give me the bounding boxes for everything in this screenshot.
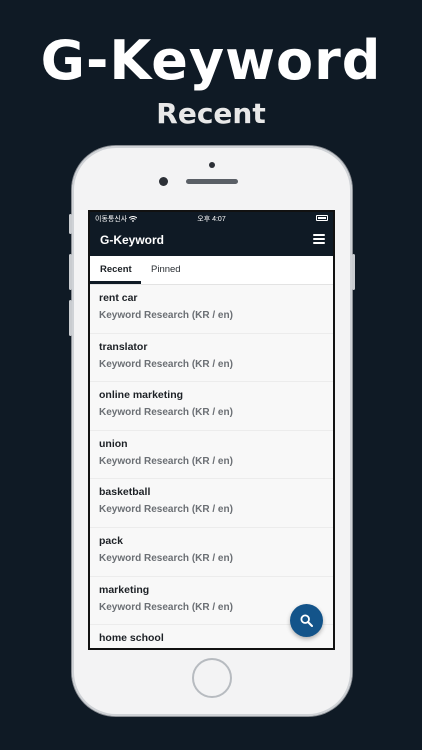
source-text: Keyword Research (KR / en) bbox=[99, 455, 233, 467]
earpiece-speaker bbox=[186, 179, 238, 184]
hero-title: G-Keyword bbox=[40, 29, 382, 92]
tab-pinned[interactable]: Pinned bbox=[151, 256, 181, 284]
power-button bbox=[352, 254, 355, 290]
list-item[interactable]: rent car Keyword Research (KR / en) bbox=[90, 285, 333, 334]
keyword-text: union bbox=[99, 437, 128, 450]
search-fab-button[interactable] bbox=[290, 604, 323, 637]
phone-frame: 이동통신사 오후 4:07 G-Keyword Recent Pinned re… bbox=[69, 146, 355, 716]
source-text: Keyword Research (KR / en) bbox=[99, 504, 233, 516]
list-item[interactable]: pack Keyword Research (KR / en) bbox=[90, 527, 333, 577]
status-time: 오후 4:07 bbox=[197, 216, 226, 223]
search-icon bbox=[300, 614, 313, 627]
keyword-text: rent car bbox=[99, 292, 138, 304]
front-camera bbox=[159, 177, 168, 186]
source-text: Keyword Research (KR / en) bbox=[99, 552, 233, 564]
keyword-text: marketing bbox=[99, 583, 150, 596]
volume-up-button bbox=[69, 254, 72, 290]
hamburger-menu-icon[interactable] bbox=[313, 234, 325, 246]
phone-screen: 이동통신사 오후 4:07 G-Keyword Recent Pinned re… bbox=[88, 210, 335, 650]
app-title: G-Keyword bbox=[100, 233, 165, 247]
list-item[interactable]: basketball Keyword Research (KR / en) bbox=[90, 479, 333, 528]
status-bar: 이동통신사 오후 4:07 bbox=[90, 212, 333, 225]
volume-down-button bbox=[69, 300, 72, 336]
source-text: Keyword Research (KR / en) bbox=[99, 407, 233, 419]
app-bar: G-Keyword bbox=[90, 225, 333, 256]
source-text: Keyword Research (KR / en) bbox=[99, 358, 233, 370]
mute-switch bbox=[69, 214, 72, 234]
active-tab-indicator bbox=[90, 281, 141, 284]
source-text: Keyword Research (KR / en) bbox=[99, 310, 233, 321]
list-item[interactable]: translator Keyword Research (KR / en) bbox=[90, 333, 333, 383]
home-button[interactable] bbox=[192, 658, 232, 698]
battery-icon bbox=[316, 215, 328, 221]
keyword-text: pack bbox=[99, 534, 123, 547]
list-item[interactable]: union Keyword Research (KR / en) bbox=[90, 430, 333, 480]
keyword-text: basketball bbox=[99, 486, 151, 499]
keyword-text: online marketing bbox=[99, 389, 184, 402]
keyword-list: rent car Keyword Research (KR / en) tran… bbox=[90, 285, 333, 648]
tab-bar: Recent Pinned bbox=[90, 256, 333, 285]
proximity-sensor bbox=[209, 162, 215, 168]
tab-recent[interactable]: Recent bbox=[100, 256, 132, 284]
hero-subtitle: Recent bbox=[156, 97, 266, 130]
list-item[interactable]: online marketing Keyword Research (KR / … bbox=[90, 382, 333, 431]
keyword-text: translator bbox=[99, 340, 148, 353]
